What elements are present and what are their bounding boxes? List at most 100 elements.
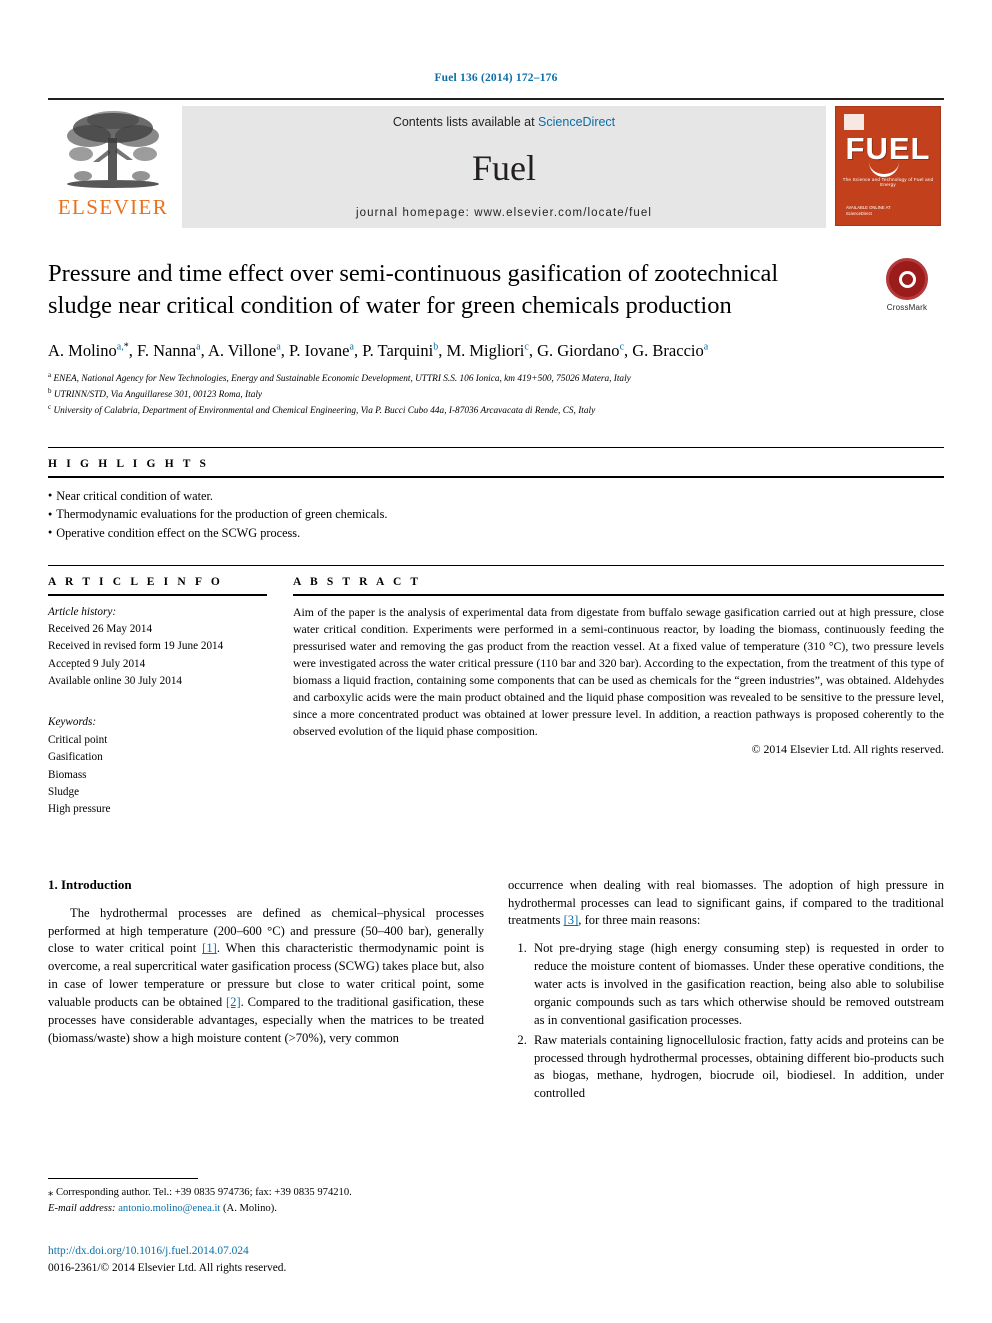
author-affil-mark: a (276, 341, 281, 353)
author-name: P. Iovane (289, 340, 350, 360)
crossmark-icon (886, 258, 928, 300)
highlight-item: Thermodynamic evaluations for the produc… (48, 505, 944, 524)
email-link[interactable]: antonio.molino@enea.it (118, 1203, 220, 1214)
doi-line: http://dx.doi.org/10.1016/j.fuel.2014.07… (48, 1243, 488, 1260)
contents-prefix: Contents lists available at (392, 115, 539, 129)
keyword-item: Critical point (48, 733, 108, 746)
paper-page: Fuel 136 (2014) 172–176 ELSEVIER Content… (0, 0, 992, 1323)
intro-paragraph-left: The hydrothermal processes are defined a… (48, 905, 484, 1048)
body-columns: 1. Introduction The hydrothermal process… (48, 877, 944, 1106)
author-name: G. Giordano (537, 340, 620, 360)
abstract-copyright: © 2014 Elsevier Ltd. All rights reserved… (751, 742, 944, 757)
reference-link-3[interactable]: [3] (564, 913, 579, 927)
author-item: A. Molinoa,* (48, 341, 129, 360)
affiliation-text: ENEA, National Agency for New Technologi… (53, 374, 631, 385)
article-history-title: Article history: (48, 605, 117, 618)
section-heading-introduction: 1. Introduction (48, 876, 132, 892)
abstract-divider (293, 593, 944, 596)
author-item: P. Iovanea (289, 341, 354, 360)
author-list: A. Molinoa,*, F. Nannaa, A. Villonea, P.… (48, 340, 709, 360)
cover-subtitle: The Science and Technology of Fuel and E… (842, 177, 934, 187)
intro-right-text-2: , for three main reasons: (578, 913, 701, 928)
sciencedirect-link[interactable]: ScienceDirect (538, 115, 615, 129)
reference-link-2[interactable]: [2] (226, 995, 241, 1009)
affiliation-item: c University of Calabria, Department of … (48, 402, 944, 418)
author-item: P. Tarquinib (362, 341, 438, 360)
abstract-text: Aim of the paper is the analysis of expe… (293, 604, 944, 739)
author-name: P. Tarquini (362, 340, 434, 360)
email-label: E-mail address: (48, 1202, 116, 1214)
highlights-list: Near critical condition of water. Thermo… (48, 487, 944, 543)
keywords-list: Critical point Gasification Biomass Slud… (48, 732, 267, 819)
history-item: Received in revised form 19 June 2014 (48, 640, 224, 653)
affiliation-text: University of Calabria, Department of En… (53, 406, 596, 417)
author-affil-mark: a (196, 341, 201, 353)
keyword-item: Sludge (48, 785, 80, 798)
keywords-block: Keywords: Critical point Gasification Bi… (48, 714, 267, 818)
keyword-item: Biomass (48, 768, 87, 781)
crossmark-block[interactable]: CrossMark (870, 258, 944, 312)
keyword-item: Gasification (48, 751, 103, 764)
author-affil-mark: a (349, 341, 354, 353)
history-item: Accepted 9 July 2014 (48, 657, 146, 670)
affiliation-text: UTRINN/STD, Via Anguillarese 301, 00123 … (53, 390, 263, 401)
author-item: M. Miglioric (446, 341, 528, 360)
history-item: Available online 30 July 2014 (48, 675, 183, 688)
article-head: CrossMark Pressure and time effect over … (48, 258, 944, 419)
author-name: F. Nanna (136, 340, 197, 360)
issn-copyright-line: 0016-2361/© 2014 Elsevier Ltd. All right… (48, 1261, 287, 1274)
body-column-left: 1. Introduction The hydrothermal process… (48, 877, 484, 1106)
author-affil-mark: a (703, 341, 709, 353)
abstract-label: A B S T R A C T (293, 575, 422, 588)
journal-cover-image: FUEL The Science and Technology of Fuel … (835, 106, 941, 226)
reason-item: Raw materials containing lignocellulosic… (530, 1032, 944, 1104)
contents-available-line: Contents lists available at ScienceDirec… (393, 115, 615, 129)
author-item: G. Giordanoc (537, 341, 624, 360)
intro-paragraph-right: occurrence when dealing with real biomas… (508, 877, 944, 931)
cover-bottom-text: AVAILABLE ONLINE AT ScienceDirect (846, 205, 891, 218)
cover-swoosh-icon (869, 160, 899, 177)
article-history-list: Received 26 May 2014 Received in revised… (48, 621, 267, 690)
elsevier-tree-icon (59, 108, 167, 194)
author-item: F. Nannaa (137, 341, 201, 360)
reference-link-1[interactable]: [1] (202, 941, 217, 955)
running-head: Fuel 136 (2014) 172–176 (434, 72, 558, 84)
article-info-column: A R T I C L E I N F O Article history: R… (48, 576, 293, 819)
highlights-section: H I G H L I G H T S Near critical condit… (48, 446, 944, 543)
author-name: A. Villone (207, 340, 277, 360)
imprint-block: http://dx.doi.org/10.1016/j.fuel.2014.07… (48, 1243, 488, 1276)
history-item: Received 26 May 2014 (48, 623, 153, 636)
reason-item: Not pre-drying stage (high energy consum… (530, 940, 944, 1029)
corresponding-author-footnote: ⁎ Corresponding author. Tel.: +39 0835 9… (48, 1178, 478, 1217)
author-item: A. Villonea (208, 341, 281, 360)
highlights-divider (48, 475, 944, 478)
affiliation-mark: b (48, 387, 52, 396)
highlight-item: Operative condition effect on the SCWG p… (48, 524, 944, 543)
page-title: Pressure and time effect over semi-conti… (48, 260, 779, 319)
author-affil-mark: b (433, 341, 439, 353)
elsevier-logo-block: ELSEVIER (48, 106, 178, 228)
affiliation-item: b UTRINN/STD, Via Anguillarese 301, 0012… (48, 386, 944, 402)
author-name: M. Migliori (446, 340, 525, 360)
highlights-label: H I G H L I G H T S (48, 457, 210, 470)
info-abstract-section: A R T I C L E I N F O Article history: R… (48, 564, 944, 819)
corresponding-author-line: ⁎ Corresponding author. Tel.: +39 0835 9… (48, 1187, 352, 1198)
journal-homepage-line: journal homepage: www.elsevier.com/locat… (355, 207, 653, 219)
author-name: A. Molino (48, 340, 117, 360)
author-affil-mark: c (619, 341, 625, 353)
affiliation-mark: c (48, 403, 52, 412)
author-affil-mark: c (524, 341, 529, 353)
author-affil-mark: a, (116, 341, 124, 353)
body-column-right: occurrence when dealing with real biomas… (508, 877, 944, 1106)
doi-link[interactable]: http://dx.doi.org/10.1016/j.fuel.2014.07… (48, 1245, 249, 1257)
crossmark-label: CrossMark (886, 303, 928, 312)
corresponding-mark: * (123, 341, 129, 353)
journal-cover-block: FUEL The Science and Technology of Fuel … (832, 106, 944, 228)
reasons-list: Not pre-drying stage (high energy consum… (508, 940, 944, 1103)
affiliation-item: a ENEA, National Agency for New Technolo… (48, 370, 944, 386)
article-info-label: A R T I C L E I N F O (48, 575, 223, 588)
contents-box: Contents lists available at ScienceDirec… (182, 106, 826, 228)
email-line: E-mail address: antonio.molino@enea.it (… (48, 1201, 478, 1217)
email-suffix: (A. Molino). (220, 1202, 277, 1214)
author-name: G. Braccio (632, 340, 704, 360)
